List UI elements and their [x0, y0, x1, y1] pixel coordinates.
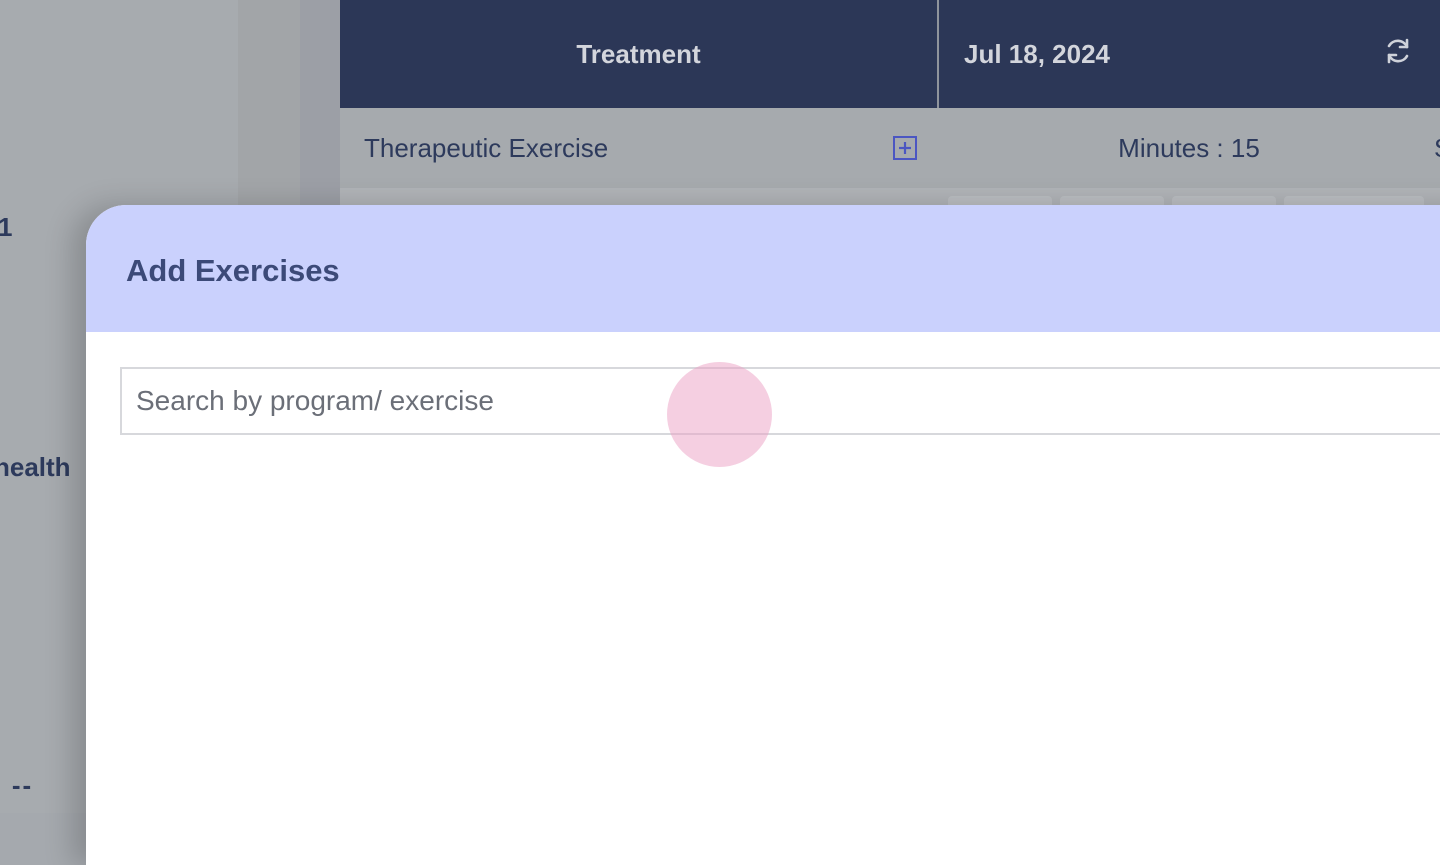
treatment-name: Therapeutic Exercise	[364, 132, 609, 163]
treatment-column-header: Treatment	[576, 38, 701, 69]
add-exercises-modal: Add Exercises	[86, 205, 1440, 865]
modal-header: Add Exercises	[86, 205, 1440, 332]
refresh-icon[interactable]	[1383, 36, 1413, 66]
partial-text-dash: : --	[0, 770, 34, 800]
minutes-value: Minutes : 15	[1118, 132, 1260, 163]
table-header: Treatment Jul 18, 2024	[340, 0, 1440, 108]
modal-title: Add Exercises	[126, 253, 340, 288]
partial-text-health: health	[0, 452, 71, 482]
table-row: Therapeutic Exercise Minutes : 15 S	[340, 108, 1440, 188]
truncated-text: S	[1434, 108, 1440, 188]
date-column-header: Jul 18, 2024	[964, 38, 1110, 69]
exercise-search-input[interactable]	[120, 367, 1440, 435]
partial-text-number: 1	[0, 212, 13, 242]
plus-square-icon[interactable]	[892, 135, 918, 161]
